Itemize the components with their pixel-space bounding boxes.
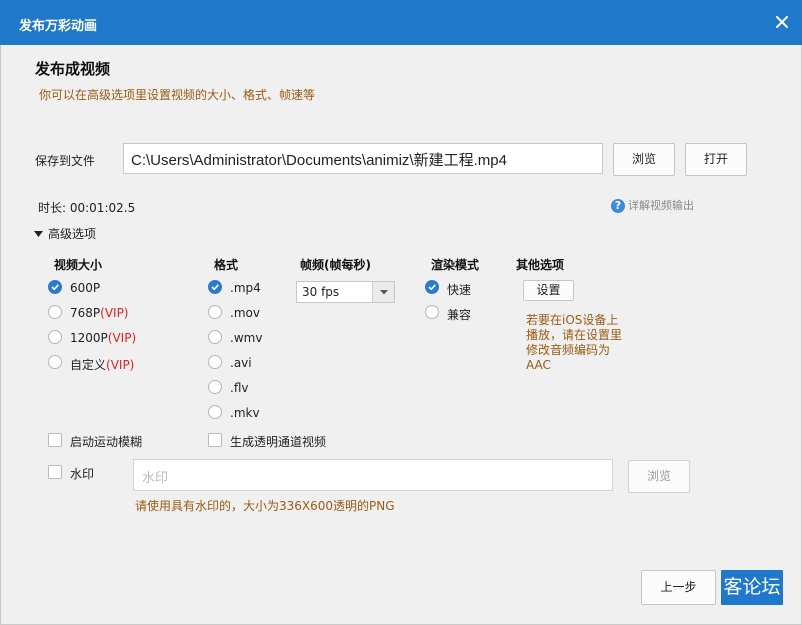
watermark-checkbox[interactable] [48,465,62,479]
radio-compat[interactable] [425,305,439,319]
render-mode-header: 渲染模式 [431,258,480,272]
option-mov-label: .mov [230,306,260,320]
radio-768p[interactable] [48,305,62,319]
ios-note: 若要在iOS设备上播放，请在设置里修改音频编码为AAC [526,313,623,372]
settings-button[interactable]: 设置 [523,280,574,301]
frame-rate-value: 30 fps [302,285,340,299]
motion-blur-checkbox[interactable] [48,433,62,447]
help-icon: ? [611,199,625,213]
radio-mov[interactable] [208,305,222,319]
save-to-file-label: 保存到文件 [35,154,96,168]
option-flv-label: .flv [230,381,249,395]
radio-mp4[interactable] [208,280,222,294]
radio-custom[interactable] [48,355,62,369]
video-size-header: 视频大小 [54,258,103,272]
radio-fast[interactable] [425,280,439,294]
other-options-header: 其他选项 [516,258,565,272]
help-label: 详解视频输出 [628,199,694,212]
option-avi-label: .avi [230,356,252,370]
watermark-hint: 请使用具有水印的，大小为336X600透明的PNG [135,499,395,513]
motion-blur-label: 启动运动模糊 [70,435,143,449]
option-compat-label: 兼容 [447,308,472,322]
radio-mkv[interactable] [208,405,222,419]
radio-flv[interactable] [208,380,222,394]
duration-text: 时长: 00:01:02.5 [38,201,136,215]
window-title: 发布万彩动画 [19,19,98,34]
title-bar: 发布万彩动画 [0,0,802,45]
save-path-input[interactable]: C:\Users\Administrator\Documents\animiz\… [123,143,603,174]
page-subtitle: 你可以在高级选项里设置视频的大小、格式、帧速等 [39,88,316,102]
option-custom-label: 自定义(VIP) [70,358,135,372]
option-768p-label: 768P(VIP) [70,306,129,320]
option-fast-label: 快速 [447,283,472,297]
option-mp4-label: .mp4 [230,281,261,295]
alpha-video-checkbox[interactable] [208,433,222,447]
open-button[interactable]: 打开 [685,143,747,176]
close-icon[interactable] [770,10,794,34]
frame-rate-header: 帧频(帧每秒) [300,258,371,272]
triangle-down-icon [34,231,43,237]
page-heading: 发布成视频 [35,60,111,78]
watermark-browse-button[interactable]: 浏览 [628,460,690,493]
option-mkv-label: .mkv [230,406,260,420]
advanced-label: 高级选项 [48,227,97,241]
advanced-toggle[interactable]: 高级选项 [34,225,96,242]
radio-avi[interactable] [208,355,222,369]
watermark-input[interactable]: 水印 [133,459,613,491]
watermark-label: 水印 [70,467,95,481]
browse-button[interactable]: 浏览 [613,143,675,176]
radio-1200p[interactable] [48,330,62,344]
previous-button[interactable]: 上一步 [641,570,716,605]
help-link[interactable]: ? 详解视频输出 [611,197,694,213]
option-wmv-label: .wmv [230,331,263,345]
format-header: 格式 [214,258,239,272]
option-600p-label: 600P [70,281,101,295]
dropdown-arrow-icon [372,282,394,302]
radio-wmv[interactable] [208,330,222,344]
alpha-video-label: 生成透明通道视频 [230,435,327,449]
frame-rate-select[interactable]: 30 fps [296,281,395,303]
next-button[interactable]: 客论坛 [721,570,783,605]
option-1200p-label: 1200P(VIP) [70,331,137,345]
radio-600p[interactable] [48,280,62,294]
